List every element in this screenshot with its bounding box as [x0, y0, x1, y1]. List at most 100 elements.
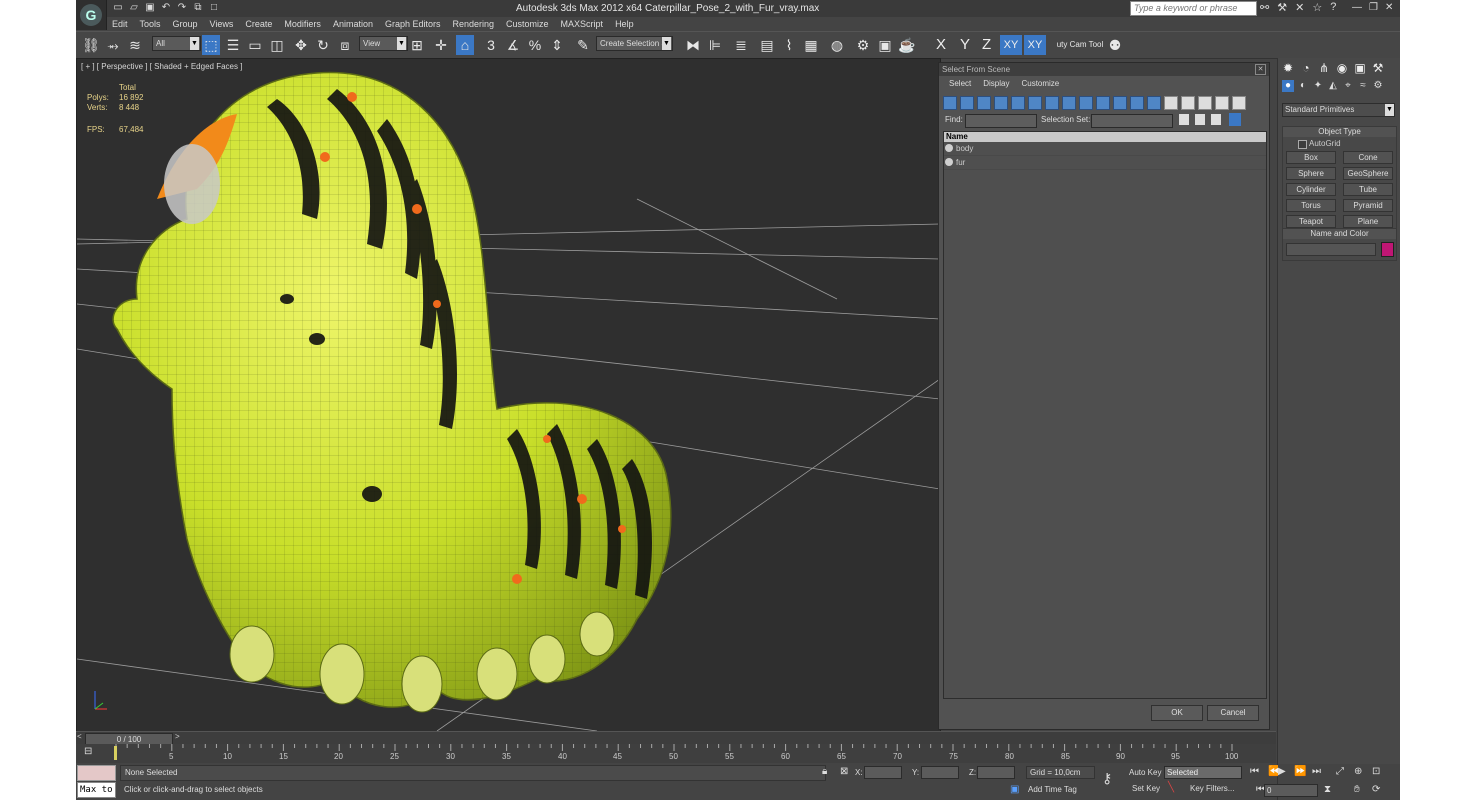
systems-category-icon[interactable]: ⚙: [1372, 80, 1384, 92]
exchange-icon[interactable]: ✕: [1295, 1, 1304, 14]
utilities-tab-icon[interactable]: ⚒: [1371, 61, 1385, 75]
zoom-region-icon[interactable]: ⊕: [1354, 766, 1362, 777]
reference-coordinate-dropdown[interactable]: View: [359, 36, 408, 51]
go-to-start-icon[interactable]: ⏮: [1250, 766, 1259, 777]
shapes-category-icon[interactable]: ◐: [1297, 80, 1309, 92]
filter-invert-icon[interactable]: [1181, 96, 1195, 110]
maxscript-input[interactable]: Max to: [77, 782, 116, 798]
set-key-mode-key-icon[interactable]: ⚷: [1102, 770, 1112, 787]
restore-icon[interactable]: ❐: [1369, 2, 1378, 13]
display-tab-icon[interactable]: ▣: [1353, 61, 1367, 75]
next-frame-icon[interactable]: ⏩: [1294, 766, 1306, 777]
menu-maxscript[interactable]: MAXScript: [555, 17, 610, 31]
rotate-icon[interactable]: ↻: [314, 35, 332, 55]
material-editor-icon[interactable]: ◍: [828, 35, 846, 55]
dialog-menu-customize[interactable]: Customize: [1015, 77, 1065, 91]
schematic-view-icon[interactable]: ▦: [802, 35, 820, 55]
x-coordinate-field[interactable]: [864, 766, 902, 779]
z-coordinate-field[interactable]: [977, 766, 1015, 779]
render-setup-icon[interactable]: ⚙: [854, 35, 872, 55]
fetch-icon[interactable]: □: [208, 2, 220, 13]
geosphere-button[interactable]: GeoSphere: [1343, 167, 1393, 180]
select-all-icon[interactable]: [1179, 114, 1189, 125]
key-filters-button[interactable]: Key Filters...: [1190, 784, 1234, 793]
play-icon[interactable]: ▶: [1278, 766, 1286, 777]
open-file-icon[interactable]: ▱: [128, 2, 140, 13]
tools-icon[interactable]: ⚒: [1277, 1, 1287, 14]
list-item-fur[interactable]: fur: [944, 156, 1266, 170]
move-icon[interactable]: ✥: [292, 35, 310, 55]
save-icon[interactable]: ▣: [144, 2, 156, 13]
mirror-icon[interactable]: ⧓: [684, 35, 702, 55]
modify-tab-icon[interactable]: ◔: [1299, 61, 1313, 75]
motion-tab-icon[interactable]: ◉: [1335, 61, 1349, 75]
render-production-icon[interactable]: ☕: [898, 35, 916, 55]
sort-icon[interactable]: [1198, 96, 1212, 110]
funnel-icon[interactable]: [1215, 96, 1229, 110]
keyboard-shortcut-override-icon[interactable]: ⌂: [456, 35, 474, 55]
filter-hidden-icon[interactable]: [1130, 96, 1144, 110]
dialog-close-icon[interactable]: ✕: [1255, 64, 1266, 75]
filter-all-icon[interactable]: [1147, 96, 1161, 110]
menu-animation[interactable]: Animation: [327, 17, 379, 31]
axis-constraint-z[interactable]: Z: [982, 36, 991, 53]
cameras-category-icon[interactable]: ◭: [1327, 80, 1339, 92]
layer-manager-icon[interactable]: ≣: [732, 35, 750, 55]
angle-snap-icon[interactable]: ∡: [504, 35, 522, 55]
viewport-label-menu[interactable]: [ + ] [ Perspective ] [ Shaded + Edged F…: [81, 62, 242, 71]
hold-icon[interactable]: ⧉: [192, 2, 204, 13]
filter-geometry-icon[interactable]: [943, 96, 957, 110]
snaps-toggle-icon[interactable]: 3: [482, 35, 500, 55]
edit-named-selection-icon[interactable]: ✎: [574, 35, 592, 55]
absolute-mode-icon[interactable]: ⊠: [840, 766, 848, 777]
unlink-icon[interactable]: ⥇: [104, 35, 122, 55]
axis-constraint-xy-plane[interactable]: XY: [1024, 35, 1046, 55]
helpers-category-icon[interactable]: ⌖: [1342, 80, 1354, 92]
teapot-button[interactable]: Teapot: [1286, 215, 1336, 228]
create-tab-icon[interactable]: ✹: [1281, 61, 1295, 75]
object-type-title[interactable]: Object Type: [1283, 127, 1396, 137]
hierarchy-tab-icon[interactable]: ⋔: [1317, 61, 1331, 75]
filter-shapes-icon[interactable]: [960, 96, 974, 110]
pyramid-button[interactable]: Pyramid: [1343, 199, 1393, 212]
selection-set-dropdown[interactable]: [1091, 114, 1173, 128]
application-button[interactable]: G: [76, 0, 107, 30]
current-frame-field[interactable]: 0: [1264, 784, 1318, 797]
window-crossing-icon[interactable]: ◫: [268, 35, 286, 55]
axis-constraint-y[interactable]: Y: [960, 36, 970, 53]
select-none-icon[interactable]: [1195, 114, 1205, 125]
ok-button[interactable]: OK: [1151, 705, 1203, 721]
selection-filter-dropdown[interactable]: All: [152, 36, 201, 51]
sphere-button[interactable]: Sphere: [1286, 167, 1336, 180]
filter-helpers-icon[interactable]: [1011, 96, 1025, 110]
zoom-extents-icon[interactable]: ⤢: [1336, 766, 1344, 777]
help-icon[interactable]: ?: [1330, 1, 1336, 14]
y-coordinate-field[interactable]: [921, 766, 959, 779]
sync-selection-icon[interactable]: [1229, 113, 1241, 126]
geometry-category-icon[interactable]: ●: [1282, 80, 1294, 92]
list-item-body[interactable]: body: [944, 142, 1266, 156]
find-input[interactable]: [965, 114, 1037, 128]
name-column-header[interactable]: Name: [944, 132, 1266, 142]
track-bar[interactable]: ⊟ 5 10 15 20 25 30 35 40 45 50 55 60 65 …: [76, 744, 1276, 763]
menu-rendering[interactable]: Rendering: [447, 17, 501, 31]
funnel-options-icon[interactable]: [1232, 96, 1246, 110]
primitive-category-dropdown[interactable]: Standard Primitives: [1282, 103, 1395, 117]
plane-button[interactable]: Plane: [1343, 215, 1393, 228]
menu-help[interactable]: Help: [609, 17, 640, 31]
curve-editor-icon[interactable]: ⌇: [780, 35, 798, 55]
cone-button[interactable]: Cone: [1343, 151, 1393, 164]
select-by-name-icon[interactable]: ☰: [224, 35, 242, 55]
perspective-viewport[interactable]: [ + ] [ Perspective ] [ Shaded + Edged F…: [76, 58, 941, 732]
binoculars-icon[interactable]: ⚯: [1260, 1, 1269, 14]
time-configuration-icon[interactable]: ⧗: [1324, 784, 1331, 795]
filter-cameras-icon[interactable]: [994, 96, 1008, 110]
menu-modifiers[interactable]: Modifiers: [278, 17, 327, 31]
spacewarps-category-icon[interactable]: ≈: [1357, 80, 1369, 92]
menu-tools[interactable]: Tools: [134, 17, 167, 31]
filter-containers-icon[interactable]: [1096, 96, 1110, 110]
add-time-tag-button[interactable]: Add Time Tag: [1028, 785, 1077, 794]
menu-create[interactable]: Create: [239, 17, 278, 31]
curve-editor-mini-icon[interactable]: ⊟: [84, 746, 92, 757]
align-icon[interactable]: ⊫: [706, 35, 724, 55]
